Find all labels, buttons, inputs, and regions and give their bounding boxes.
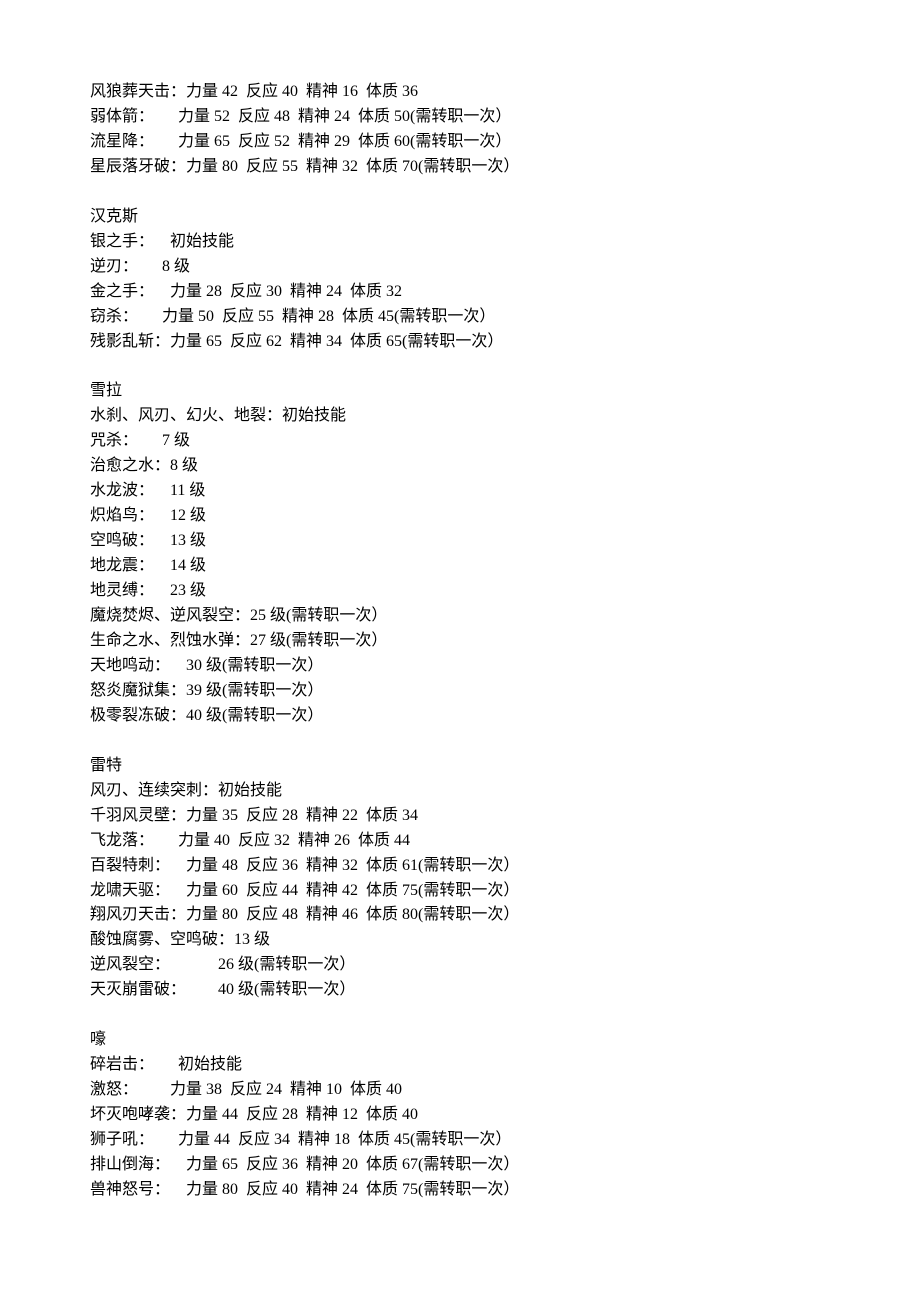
document-page: 风狼葬天击：力量 42 反应 40 精神 16 体质 36弱体箭： 力量 52 … [0,0,920,1308]
text-line: 弱体箭： 力量 52 反应 48 精神 24 体质 50(需转职一次） [90,105,830,130]
section-2: 雪拉水刹、风刃、幻火、地裂：初始技能咒杀： 7 级治愈之水：8 级水龙波： 11… [90,379,830,728]
text-line: 天灭崩雷破： 40 级(需转职一次） [90,978,830,1003]
text-line: 风刃、连续突刺：初始技能 [90,779,830,804]
text-line: 风狼葬天击：力量 42 反应 40 精神 16 体质 36 [90,80,830,105]
text-line: 残影乱斩：力量 65 反应 62 精神 34 体质 65(需转职一次） [90,330,830,355]
text-line: 星辰落牙破：力量 80 反应 55 精神 32 体质 70(需转职一次） [90,155,830,180]
text-line: 龙啸天驱： 力量 60 反应 44 精神 42 体质 75(需转职一次） [90,879,830,904]
text-line: 金之手： 力量 28 反应 30 精神 24 体质 32 [90,280,830,305]
text-line: 生命之水、烈蚀水弹：27 级(需转职一次） [90,629,830,654]
text-line: 咒杀： 7 级 [90,429,830,454]
text-line: 怒炎魔狱集：39 级(需转职一次） [90,679,830,704]
text-line: 翔风刃天击：力量 80 反应 48 精神 46 体质 80(需转职一次） [90,903,830,928]
text-line: 坏灭咆哮袭：力量 44 反应 28 精神 12 体质 40 [90,1103,830,1128]
text-line: 排山倒海： 力量 65 反应 36 精神 20 体质 67(需转职一次） [90,1153,830,1178]
text-line: 魔烧焚烬、逆风裂空：25 级(需转职一次） [90,604,830,629]
text-line: 嚎 [90,1028,830,1053]
text-line: 逆风裂空： 26 级(需转职一次） [90,953,830,978]
section-4: 嚎碎岩击： 初始技能激怒： 力量 38 反应 24 精神 10 体质 40坏灭咆… [90,1028,830,1203]
text-line: 炽焰鸟： 12 级 [90,504,830,529]
text-line: 银之手： 初始技能 [90,230,830,255]
text-line: 飞龙落： 力量 40 反应 32 精神 26 体质 44 [90,829,830,854]
text-line: 碎岩击： 初始技能 [90,1053,830,1078]
text-line: 极零裂冻破：40 级(需转职一次） [90,704,830,729]
text-line: 逆刃： 8 级 [90,255,830,280]
text-line: 激怒： 力量 38 反应 24 精神 10 体质 40 [90,1078,830,1103]
text-line: 窃杀： 力量 50 反应 55 精神 28 体质 45(需转职一次） [90,305,830,330]
text-line: 雷特 [90,754,830,779]
text-line: 天地鸣动： 30 级(需转职一次） [90,654,830,679]
text-line: 汉克斯 [90,205,830,230]
text-line: 水龙波： 11 级 [90,479,830,504]
section-0: 风狼葬天击：力量 42 反应 40 精神 16 体质 36弱体箭： 力量 52 … [90,80,830,180]
text-line: 兽神怒号： 力量 80 反应 40 精神 24 体质 75(需转职一次） [90,1178,830,1203]
text-line: 千羽风灵壁：力量 35 反应 28 精神 22 体质 34 [90,804,830,829]
text-line: 地灵缚： 23 级 [90,579,830,604]
text-line: 地龙震： 14 级 [90,554,830,579]
text-line: 狮子吼： 力量 44 反应 34 精神 18 体质 45(需转职一次） [90,1128,830,1153]
text-line: 水刹、风刃、幻火、地裂：初始技能 [90,404,830,429]
text-line: 雪拉 [90,379,830,404]
section-3: 雷特风刃、连续突刺：初始技能千羽风灵壁：力量 35 反应 28 精神 22 体质… [90,754,830,1004]
text-line: 空鸣破： 13 级 [90,529,830,554]
text-line: 百裂特刺： 力量 48 反应 36 精神 32 体质 61(需转职一次） [90,854,830,879]
section-1: 汉克斯银之手： 初始技能逆刃： 8 级金之手： 力量 28 反应 30 精神 2… [90,205,830,355]
text-line: 治愈之水：8 级 [90,454,830,479]
text-line: 酸蚀腐雾、空鸣破：13 级 [90,928,830,953]
text-line: 流星降： 力量 65 反应 52 精神 29 体质 60(需转职一次） [90,130,830,155]
